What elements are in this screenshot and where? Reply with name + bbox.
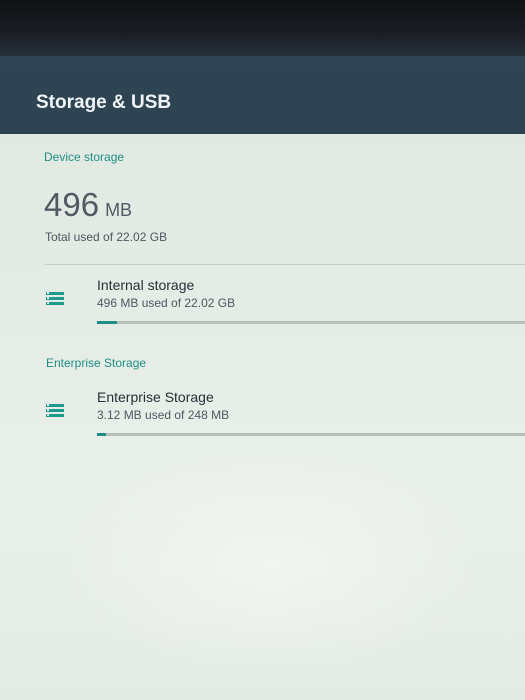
- storage-icon: [46, 404, 64, 418]
- total-used-summary: 496 MB: [44, 186, 132, 224]
- internal-storage-progress-fill: [97, 321, 118, 324]
- screen-glare: [60, 450, 480, 680]
- page-title: Storage & USB: [36, 92, 172, 113]
- enterprise-storage-title: Enterprise Storage: [97, 389, 214, 405]
- device-screen: Storage & USB Device storage 496 MB Total…: [0, 0, 525, 700]
- internal-storage-progress: [97, 321, 525, 324]
- total-used-caption: Total used of 22.02 GB: [45, 230, 168, 244]
- section-divider: [44, 264, 525, 265]
- enterprise-storage-progress: [97, 433, 525, 436]
- storage-icon: [46, 292, 64, 306]
- used-amount: 496: [44, 186, 100, 223]
- enterprise-storage-progress-fill: [97, 433, 106, 436]
- enterprise-storage-row[interactable]: Enterprise Storage 3.12 MB used of 248 M…: [0, 382, 525, 452]
- enterprise-storage-summary: 3.12 MB used of 248 MB: [97, 408, 230, 422]
- internal-storage-row[interactable]: Internal storage 496 MB used of 22.02 GB: [0, 270, 525, 340]
- internal-storage-title: Internal storage: [97, 277, 195, 293]
- used-unit: MB: [105, 200, 133, 220]
- enterprise-storage-header: Enterprise Storage: [46, 356, 147, 370]
- device-storage-header: Device storage: [44, 150, 125, 164]
- internal-storage-summary: 496 MB used of 22.02 GB: [97, 296, 236, 310]
- device-bezel: [0, 0, 525, 56]
